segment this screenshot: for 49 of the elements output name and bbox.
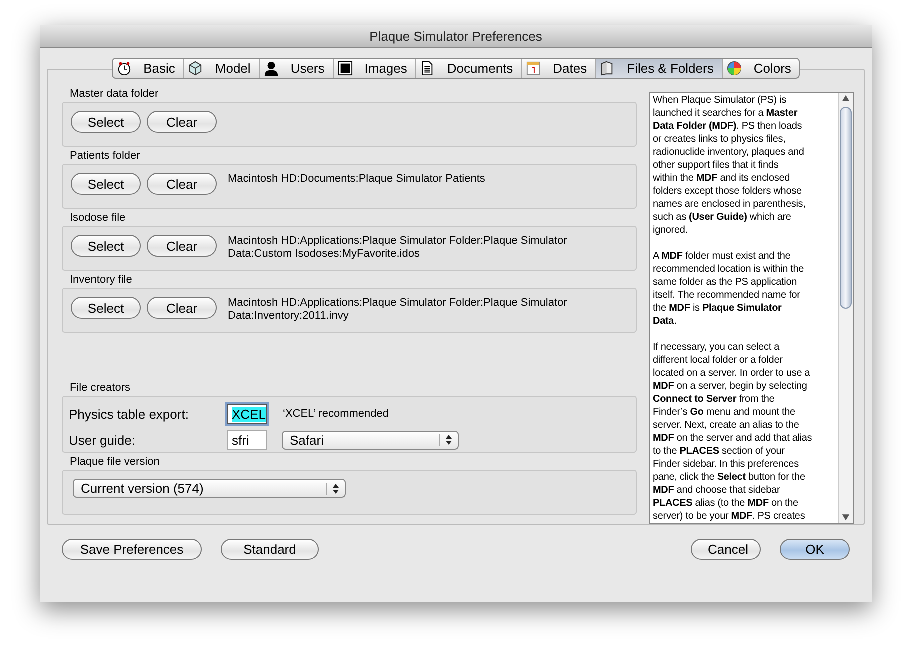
tab[interactable]: Users — [260, 59, 334, 78]
input-field[interactable]: XCEL — [227, 404, 267, 424]
help-paragraph: A MDF folder must exist and the recommended location is within the same folder as the PS application itself. The recommended name for the MDF is Plaque Simulator Data. — [653, 250, 806, 328]
image-icon — [338, 61, 353, 76]
tab[interactable]: Colors — [722, 59, 800, 78]
person-icon — [264, 61, 279, 76]
file-path: Macintosh HD:Documents:Plaque Simulator Patients — [228, 173, 486, 186]
group-label: Plaque file version — [70, 456, 161, 468]
tab[interactable]: Images — [334, 59, 416, 78]
cube-icon — [188, 61, 204, 76]
clock-icon — [116, 61, 132, 76]
window-title: Plaque Simulator Preferences — [370, 28, 542, 44]
push-button[interactable]: Select — [71, 297, 141, 319]
file-path: Macintosh HD:Applications:Plaque Simulator Folder:Plaque Simulator Data:Custom Isodoses:MyFavorite.idos — [228, 235, 568, 261]
input-field[interactable]: sfri — [227, 430, 267, 450]
push-button[interactable]: Standard — [221, 539, 319, 560]
tab[interactable]: Model — [184, 59, 260, 78]
push-button[interactable]: Select — [71, 111, 141, 133]
calendar-icon — [526, 61, 542, 76]
push-button[interactable]: Select — [71, 173, 141, 195]
field-label: Physics table export: — [69, 406, 190, 422]
tab[interactable]: Dates — [522, 59, 596, 78]
tab[interactable]: Documents — [416, 59, 522, 78]
scrollbar[interactable] — [838, 93, 853, 523]
push-button[interactable]: Select — [71, 235, 141, 257]
file-path: Macintosh HD:Applications:Plaque Simulator Folder:Plaque Simulator Data:Inventory:2011.invy — [228, 297, 568, 323]
tab[interactable]: Files & Folders — [596, 59, 723, 78]
document-icon — [420, 61, 436, 76]
push-button[interactable]: Cancel — [691, 539, 761, 560]
hint-text: ‘XCEL’ recommended — [283, 408, 389, 420]
group-label: File creators — [70, 382, 132, 394]
popup-menu[interactable]: Safari — [282, 430, 459, 450]
push-button[interactable]: Clear — [147, 173, 217, 195]
group-label: Patients folder — [70, 150, 142, 162]
help-paragraph: If necessary, you can select a different local folder or a folder located on a server. In order to use a MDF on a server, begin by selecting Connect to Server from the Finder’s Go menu and mount the server. Next, create an alias to the MDF on the server and add that alias to the PLACES section of your Finder sidebar. In this preferences pane, click the Select button for the MDF and choose that sidebar PLACES alias (to the MDF on the server) to be your MDF. PS creates — [653, 341, 814, 523]
group-label: Inventory file — [70, 274, 134, 286]
popup-menu[interactable]: Current version (574) — [73, 479, 346, 498]
push-button[interactable]: Clear — [147, 235, 217, 257]
group-label: Master data folder — [70, 88, 160, 100]
push-button[interactable]: Clear — [147, 111, 217, 133]
tab[interactable]: Basic — [112, 59, 184, 78]
group-label: Isodose file — [70, 212, 127, 224]
folder-icon — [600, 61, 616, 76]
push-button[interactable]: OK — [780, 539, 850, 560]
field-label: User guide: — [69, 432, 136, 448]
help-paragraph: When Plaque Simulator (PS) is launched it searches for a Master Data Folder (MDF). PS then loads or creates links to physics files, radionuclide inventory, plaques and other support files that it finds within the MDF and its enclosed folders except those folders whose names are enclosed in parenthesis, such as (User Guide) which are ignored. — [653, 94, 807, 237]
color-wheel-icon — [726, 61, 742, 76]
push-button[interactable]: Clear — [147, 297, 217, 319]
push-button[interactable]: Save Preferences — [62, 539, 202, 560]
